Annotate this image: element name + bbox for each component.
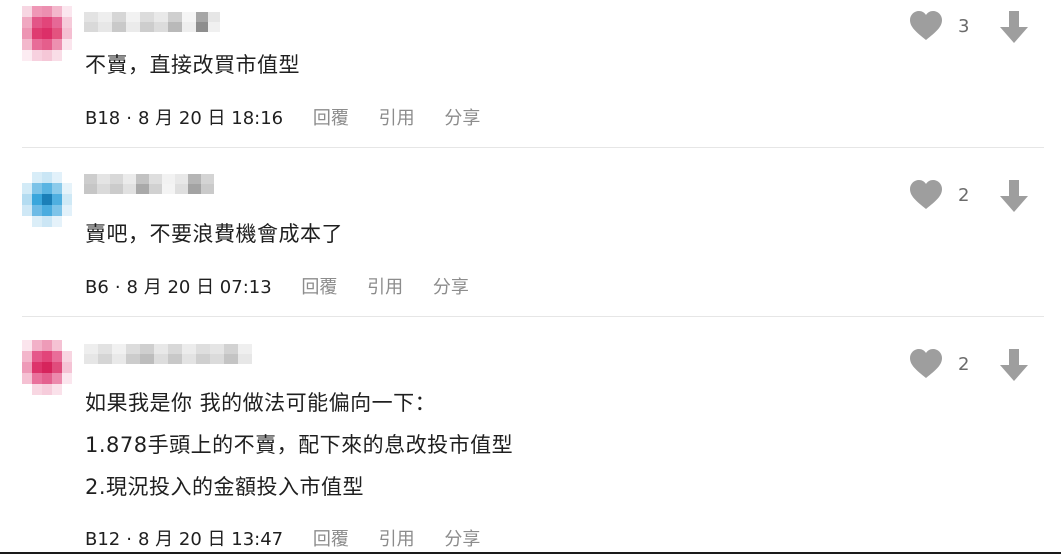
arrow-down-icon <box>1000 11 1028 43</box>
quote-button[interactable]: 引用 <box>379 108 415 129</box>
comment-content: 賣吧，不要浪費機會成本了 <box>85 213 343 255</box>
heart-icon <box>910 11 942 40</box>
username-blurred[interactable] <box>84 12 264 34</box>
like-count: 2 <box>958 184 970 206</box>
comment-divider <box>22 316 1044 317</box>
comment-divider <box>22 147 1044 148</box>
floor-number[interactable]: B6 <box>85 277 109 298</box>
comment-meta: B12 · 8 月 20 日 13:47 回覆 引用 分享 <box>85 525 480 551</box>
like-button[interactable]: 2 <box>910 180 969 210</box>
vote-down-button[interactable] <box>1000 180 1028 216</box>
like-count: 2 <box>958 353 970 375</box>
floor-number[interactable]: B12 <box>85 529 120 550</box>
meta-separator: · <box>126 529 132 550</box>
comment-text-line: 如果我是你 我的做法可能偏向一下： <box>85 391 437 415</box>
username-blurred[interactable] <box>84 344 264 366</box>
floor-number[interactable]: B18 <box>85 108 120 129</box>
comment-text-line: 賣吧，不要浪費機會成本了 <box>85 222 343 246</box>
heart-icon <box>910 180 942 209</box>
comment-meta: B18 · 8 月 20 日 18:16 回覆 引用 分享 <box>85 104 480 130</box>
avatar[interactable] <box>22 6 72 62</box>
comment-content: 不賣，直接改買市值型 <box>85 44 300 86</box>
quote-button[interactable]: 引用 <box>367 277 403 298</box>
comment-text-line: 2.現況投入的金額投入市值型 <box>85 475 365 499</box>
meta-separator: · <box>126 108 132 129</box>
share-button[interactable]: 分享 <box>433 277 469 298</box>
like-button[interactable]: 2 <box>910 349 969 379</box>
comment-text-line: 不賣，直接改買市值型 <box>85 53 300 77</box>
reply-button[interactable]: 回覆 <box>301 277 337 298</box>
heart-icon <box>910 349 942 378</box>
share-button[interactable]: 分享 <box>444 529 480 550</box>
vote-down-button[interactable] <box>1000 11 1028 47</box>
reply-button[interactable]: 回覆 <box>313 108 349 129</box>
comment-date: 8 月 20 日 18:16 <box>138 108 284 129</box>
share-button[interactable]: 分享 <box>444 108 480 129</box>
meta-separator: · <box>114 277 121 298</box>
reply-button[interactable]: 回覆 <box>313 529 349 550</box>
avatar[interactable] <box>22 172 72 228</box>
arrow-down-icon <box>1000 349 1028 381</box>
comment-date: 8 月 20 日 07:13 <box>126 277 272 298</box>
quote-button[interactable]: 引用 <box>379 529 415 550</box>
username-blurred[interactable] <box>84 174 264 196</box>
comment-text-line: 1.878手頭上的不賣，配下來的息改投市值型 <box>85 433 514 457</box>
comment-meta: B6 · 8 月 20 日 07:13 回覆 引用 分享 <box>85 273 469 299</box>
comment-content: 如果我是你 我的做法可能偏向一下： 1.878手頭上的不賣，配下來的息改投市值型… <box>85 382 513 508</box>
comment-date: 8 月 20 日 13:47 <box>138 529 284 550</box>
arrow-down-icon <box>1000 180 1028 212</box>
like-count: 3 <box>958 15 970 37</box>
like-button[interactable]: 3 <box>910 11 969 41</box>
avatar[interactable] <box>22 340 72 396</box>
vote-down-button[interactable] <box>1000 349 1028 385</box>
